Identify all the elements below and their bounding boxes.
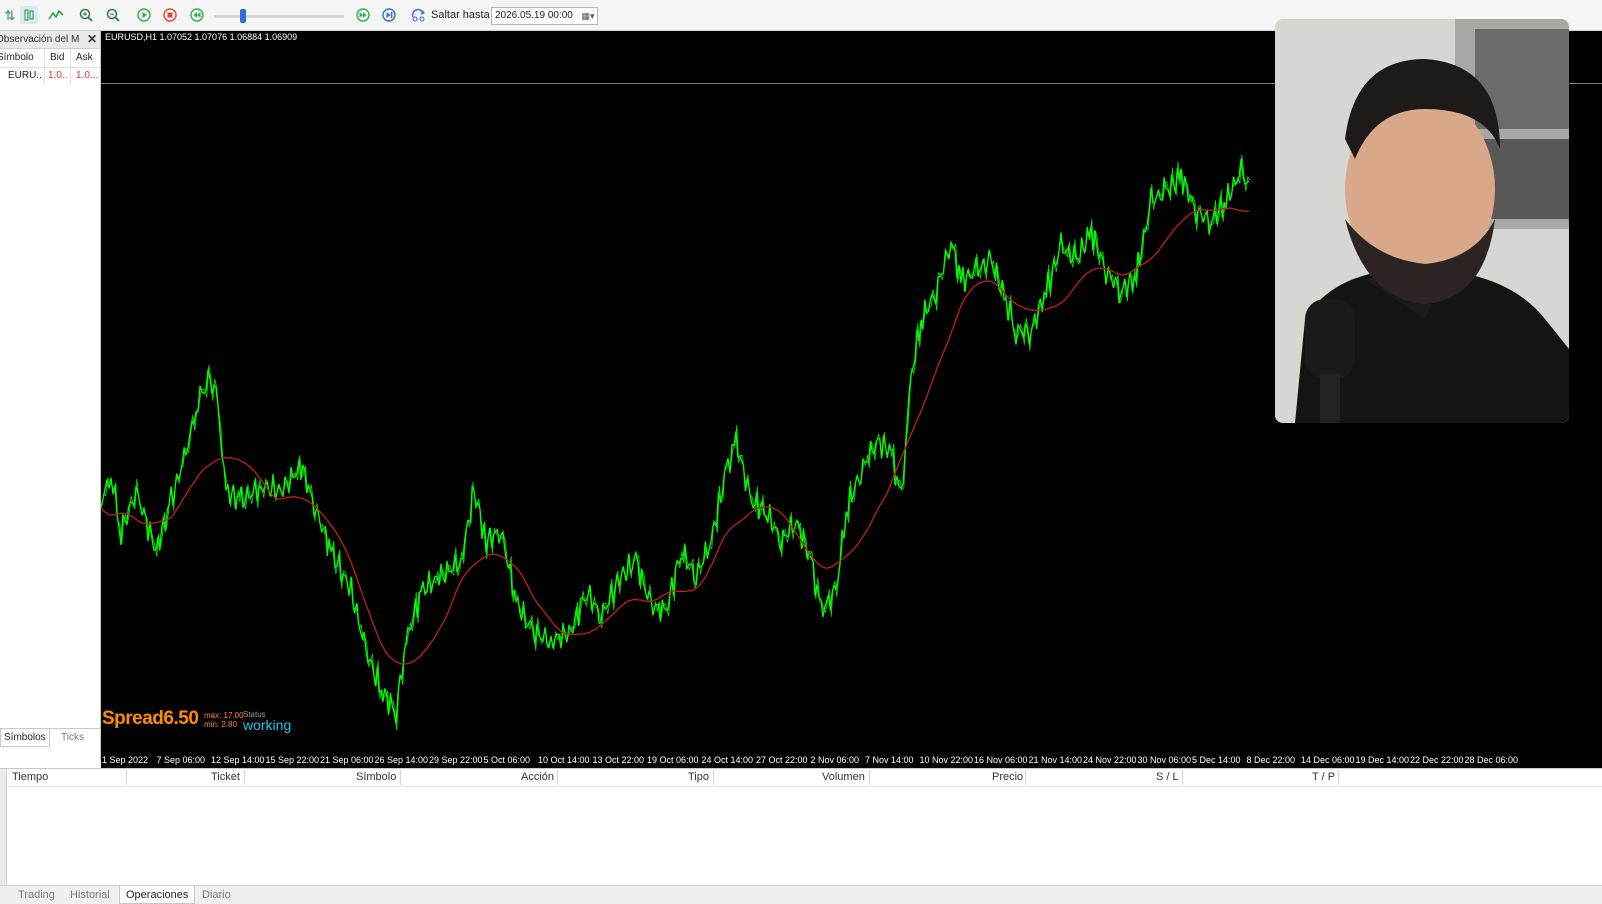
time-axis-label: 5 Dec 14:00 (1192, 755, 1241, 765)
tab-operations[interactable]: Operaciones (119, 886, 196, 904)
zoom-in-icon[interactable] (77, 6, 95, 24)
market-watch-panel: Observación del Me... ✕ Símbolo Bid Ask … (0, 31, 101, 761)
operations-header: Tiempo Ticket Símbolo Acción Tipo Volume… (6, 769, 1602, 787)
time-axis-label: 26 Sep 14:00 (374, 755, 429, 765)
column-ticket[interactable]: Ticket (211, 769, 240, 786)
market-watch-tabs: Símbolos Ticks (0, 728, 100, 747)
close-icon[interactable]: ✕ (86, 31, 98, 48)
time-axis-label: 16 Nov 06:00 (974, 755, 1028, 765)
tab-symbols[interactable]: Símbolos (0, 729, 50, 747)
step-back-icon[interactable] (188, 6, 206, 24)
line-chart-icon[interactable] (47, 6, 65, 24)
market-watch-header: Símbolo Bid Ask (0, 49, 100, 68)
column-sl[interactable]: S / L (1156, 769, 1179, 786)
spread-label: Spread6.50 (102, 708, 199, 730)
time-axis-label: 27 Oct 22:00 (756, 755, 808, 765)
moving-average-series (101, 207, 1250, 665)
toolbox-handle[interactable] (0, 769, 7, 889)
time-axis-label: 29 Sep 22:00 (429, 755, 483, 765)
stop-icon[interactable] (161, 6, 179, 24)
speed-slider-track[interactable] (214, 15, 344, 18)
time-axis-label: 21 Sep 06:00 (320, 755, 374, 765)
column-type[interactable]: Tipo (688, 769, 709, 786)
column-price[interactable]: Precio (992, 769, 1023, 786)
market-watch-row[interactable]: EURU... 1.0... 1.0... (0, 68, 100, 84)
price-noise-series (101, 154, 1251, 731)
price-series (101, 158, 1250, 725)
chart-symbol-info: EURUSD,H1 1.07052 1.07076 1.06884 1.0690… (105, 32, 298, 42)
spread-value: 6.50 (163, 708, 199, 729)
market-watch-title: Observación del Me... (0, 34, 80, 45)
column-tp[interactable]: T / P (1312, 769, 1335, 786)
time-axis-label: 2 Nov 06:00 (810, 755, 860, 765)
time-axis-label: 21 Nov 14:00 (1028, 755, 1083, 765)
time-axis-label: 7 Sep 06:00 (156, 755, 206, 765)
webcam-overlay (1275, 19, 1569, 423)
row-bid: 1.0... (48, 70, 68, 81)
column-bid[interactable]: Bid (50, 49, 70, 67)
row-symbol: EURU... (8, 70, 42, 81)
candles-icon[interactable] (20, 6, 38, 24)
spread-min: min: 2.80 (204, 720, 237, 729)
jump-to-icon[interactable] (410, 6, 428, 24)
time-axis-label: 13 Oct 22:00 (592, 755, 645, 765)
time-axis-label: 24 Oct 14:00 (701, 755, 754, 765)
time-axis-label: 12 Sep 14:00 (211, 755, 265, 765)
speed-slider-thumb[interactable] (240, 9, 246, 23)
column-ask[interactable]: Ask (76, 49, 98, 67)
time-axis: 1 Sep 2022 7 Sep 06:00 12 Sep 14:00 15 Sep … (101, 754, 1602, 768)
operations-panel: Tiempo Ticket Símbolo Acción Tipo Volume… (0, 768, 1602, 889)
time-axis-label: 10 Nov 22:00 (919, 755, 974, 765)
time-axis-label: 10 Oct 14:00 (538, 755, 590, 765)
toolbox-tabs: Trading Historial Operaciones Diario (0, 885, 1602, 904)
time-axis-label: 24 Nov 22:00 (1083, 755, 1137, 765)
column-action[interactable]: Acción (521, 769, 554, 786)
chart-up-icon[interactable]: ⇅ (1, 6, 19, 24)
row-ask: 1.0... (76, 70, 98, 81)
time-axis-label: 19 Oct 06:00 (647, 755, 699, 765)
time-axis-label: 15 Sep 22:00 (265, 755, 320, 765)
tab-journal[interactable]: Diario (196, 886, 237, 904)
presenter-image (1275, 19, 1569, 423)
play-icon[interactable] (135, 6, 153, 24)
time-axis-label: 30 Nov 06:00 (1137, 755, 1192, 765)
jump-to-label: Saltar hasta (431, 9, 490, 21)
spread-max: max: 17.00 (204, 711, 244, 720)
column-volume[interactable]: Volumen (822, 769, 865, 786)
time-axis-label: 5 Oct 06:00 (483, 755, 531, 765)
status-value: working (243, 717, 292, 733)
column-symbol-ops[interactable]: Símbolo (356, 769, 396, 786)
tab-history[interactable]: Historial (64, 886, 116, 904)
step-forward-icon[interactable] (354, 6, 372, 24)
time-axis-label: 14 Dec 06:00 (1301, 755, 1355, 765)
jump-to-date-input[interactable]: 2026.05.19 00:00 ▦▾ (491, 7, 598, 25)
calendar-dropdown-icon[interactable]: ▦▾ (581, 10, 595, 22)
tab-ticks[interactable]: Ticks (58, 729, 87, 747)
jump-to-date-value: 2026.05.19 00:00 (495, 10, 573, 21)
time-axis-label: 28 Dec 06:00 (1464, 755, 1519, 765)
column-symbol[interactable]: Símbolo (0, 49, 39, 67)
time-axis-label: 1 Sep 2022 (102, 755, 149, 765)
time-axis-label: 7 Nov 14:00 (865, 755, 914, 765)
spread-text: Spread (102, 708, 164, 729)
tab-trading[interactable]: Trading (12, 886, 61, 904)
time-axis-label: 22 Dec 22:00 (1410, 755, 1464, 765)
time-axis-label: 8 Dec 22:00 (1246, 755, 1296, 765)
market-watch-title-bar: Observación del Me... ✕ (0, 31, 100, 49)
time-axis-label: 19 Dec 14:00 (1355, 755, 1410, 765)
zoom-out-icon[interactable] (104, 6, 122, 24)
skip-end-icon[interactable] (380, 6, 398, 24)
column-time[interactable]: Tiempo (12, 769, 48, 786)
